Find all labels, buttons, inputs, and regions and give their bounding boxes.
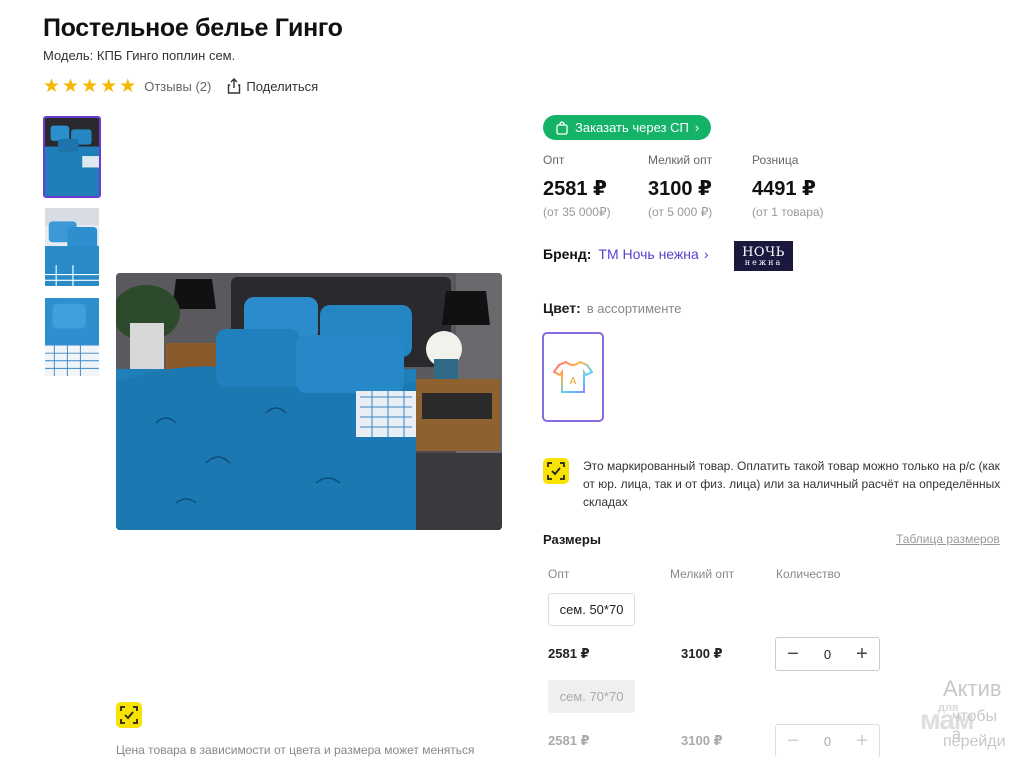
price-small-opt: Мелкий опт 3100 ₽ (от 5 000 ₽) bbox=[648, 153, 712, 219]
rating-row: ★ ★ ★ ★ ★ Отзывы (2) Поделиться bbox=[43, 76, 318, 96]
sizes-title: Размеры bbox=[543, 532, 601, 547]
price-note: Цена товара в зависимости от цвета и раз… bbox=[116, 743, 475, 757]
bedding-image bbox=[116, 273, 502, 530]
bag-icon bbox=[556, 120, 568, 135]
price-sub: (от 35 000₽) bbox=[543, 205, 611, 219]
color-swatch-assorted[interactable]: A bbox=[542, 332, 604, 422]
quantity-stepper: − 0 + bbox=[775, 637, 880, 671]
star-icon: ★ bbox=[81, 75, 99, 97]
brand-logo-line1: НОЧЬ bbox=[742, 244, 785, 260]
bedding-image bbox=[45, 298, 99, 376]
row-price-small-opt: 3100 ₽ bbox=[681, 733, 723, 748]
activation-overlay-title: Актив bbox=[943, 676, 1002, 701]
plus-button[interactable]: + bbox=[853, 644, 871, 664]
share-icon bbox=[228, 78, 241, 94]
quantity-value[interactable]: 0 bbox=[824, 734, 831, 749]
brand-row: Бренд: ТМ Ночь нежна › bbox=[543, 246, 709, 262]
color-value: в ассортименте bbox=[586, 301, 682, 316]
price-value: 2581 ₽ bbox=[543, 178, 607, 200]
brand-link[interactable]: ТМ Ночь нежна › bbox=[598, 246, 708, 262]
bedding-image bbox=[45, 208, 99, 286]
chevron-right-icon: › bbox=[694, 120, 700, 135]
brand-name: ТМ Ночь нежна bbox=[598, 246, 699, 262]
thumbnail-list bbox=[43, 116, 101, 386]
price-sub: (от 5 000 ₽) bbox=[648, 205, 713, 219]
svg-text:A: A bbox=[570, 376, 577, 387]
quantity-stepper: − 0 + bbox=[775, 724, 880, 757]
brand-label: Бренд: bbox=[543, 246, 592, 262]
row-price-opt: 2581 ₽ bbox=[548, 646, 590, 661]
thumbnail-1[interactable] bbox=[43, 116, 101, 198]
size-option[interactable]: сем. 70*70 bbox=[548, 680, 635, 713]
row-price-small-opt: 3100 ₽ bbox=[681, 646, 723, 661]
bedding-image bbox=[45, 118, 99, 196]
plus-button[interactable]: + bbox=[853, 731, 871, 751]
rating-stars: ★ ★ ★ ★ ★ bbox=[43, 77, 136, 96]
price-label: Опт bbox=[543, 153, 565, 167]
thumbnail-2[interactable] bbox=[43, 206, 101, 288]
chevron-right-icon: › bbox=[703, 246, 709, 262]
price-sub: (от 1 товара) bbox=[752, 205, 824, 219]
star-icon: ★ bbox=[119, 75, 137, 97]
price-opt: Опт 2581 ₽ (от 35 000₽) bbox=[543, 153, 611, 219]
price-value: 3100 ₽ bbox=[648, 178, 712, 200]
brand-logo-line2: нежна bbox=[744, 257, 783, 267]
star-icon: ★ bbox=[43, 75, 61, 97]
share-label: Поделиться bbox=[246, 78, 319, 94]
column-header-small-opt: Мелкий опт bbox=[670, 567, 735, 581]
color-label: Цвет: bbox=[543, 300, 581, 316]
size-option[interactable]: сем. 50*70 bbox=[548, 593, 635, 626]
share-button[interactable]: Поделиться bbox=[227, 78, 318, 94]
quantity-value[interactable]: 0 bbox=[824, 647, 831, 662]
star-icon: ★ bbox=[100, 75, 118, 97]
marking-icon bbox=[116, 702, 142, 728]
main-product-photo[interactable] bbox=[116, 273, 502, 530]
watermark: мам bbox=[920, 704, 975, 735]
color-row: Цвет: в ассортименте bbox=[543, 300, 681, 316]
marking-notice: Это маркированный товар. Оплатить такой … bbox=[583, 459, 1001, 509]
order-via-sp-button[interactable]: Заказать через СП › bbox=[543, 115, 712, 140]
price-label: Мелкий опт bbox=[648, 153, 713, 167]
row-price-opt: 2581 ₽ bbox=[548, 733, 590, 748]
price-label: Розница bbox=[752, 153, 799, 167]
size-table-link[interactable]: Таблица размеров bbox=[896, 532, 1000, 546]
brand-logo[interactable]: НОЧЬ нежна bbox=[734, 241, 793, 271]
order-via-sp-label: Заказать через СП bbox=[575, 120, 689, 135]
minus-button[interactable]: − bbox=[784, 731, 802, 751]
tshirt-icon: A bbox=[553, 360, 593, 393]
star-icon: ★ bbox=[62, 75, 80, 97]
column-header-quantity: Количество bbox=[776, 567, 841, 581]
product-model: Модель: КПБ Гинго поплин сем. bbox=[43, 48, 236, 63]
price-value: 4491 ₽ bbox=[752, 178, 816, 200]
product-title: Постельное белье Гинго bbox=[43, 14, 343, 42]
reviews-link[interactable]: Отзывы (2) bbox=[144, 79, 211, 94]
marking-icon bbox=[543, 458, 569, 484]
thumbnail-3[interactable] bbox=[43, 296, 101, 378]
column-header-opt: Опт bbox=[548, 567, 570, 581]
price-retail: Розница 4491 ₽ (от 1 товара) bbox=[752, 153, 824, 219]
minus-button[interactable]: − bbox=[784, 644, 802, 664]
